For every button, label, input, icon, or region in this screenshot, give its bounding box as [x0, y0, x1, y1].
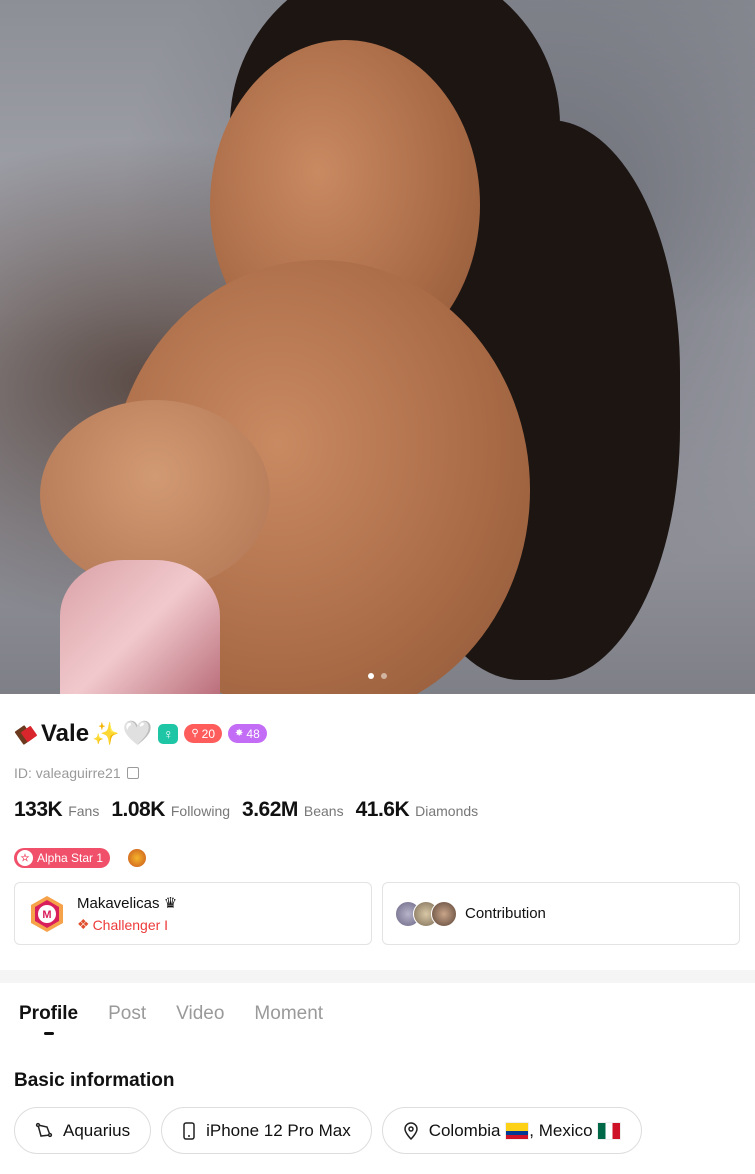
copy-icon[interactable] — [126, 767, 139, 779]
beans-count: 3.62M — [242, 798, 298, 821]
wealth-level-badge: ⚲ 20 — [184, 724, 223, 743]
user-id-row: ID: valeaguirre21 — [14, 765, 139, 781]
search-icon: ⚲ — [191, 728, 199, 739]
tab-video[interactable]: Video — [176, 1003, 224, 1025]
location-chip: Colombia , Mexico — [381, 1107, 643, 1154]
svg-text:M: M — [42, 909, 51, 921]
family-rank: ❖ Challenger I — [77, 916, 169, 933]
fans-count[interactable]: 133K — [14, 798, 63, 822]
user-id: ID: valeaguirre21 — [14, 765, 121, 781]
alpha-star-badge[interactable]: ☆ Alpha Star 1 — [14, 848, 111, 868]
chocolate-bar-icon — [14, 724, 37, 745]
following-count[interactable]: 1.08K — [111, 798, 165, 822]
tab-post[interactable]: Post — [108, 1003, 146, 1025]
family-name: Makavelicas ♛ — [77, 895, 178, 912]
medal-icon[interactable] — [128, 849, 147, 867]
phone-icon — [183, 1121, 195, 1140]
profile-photo[interactable] — [0, 0, 755, 694]
mexico-flag-icon — [597, 1122, 622, 1141]
profile-name-row: Vale ✨ 🤍 ♀ ⚲ 20 ✸ 48 — [14, 719, 267, 748]
crown-icon: ♛ — [163, 895, 178, 912]
colombia-flag-icon — [505, 1122, 530, 1141]
tab-moment[interactable]: Moment — [254, 1003, 323, 1025]
family-card[interactable]: M Makavelicas ♛ ❖ Challenger I — [14, 882, 372, 945]
location-country-2: Mexico — [538, 1120, 593, 1140]
contribution-card[interactable]: Contribution — [382, 882, 740, 945]
following-label[interactable]: Following — [171, 803, 230, 819]
tab-profile[interactable]: Profile — [19, 1003, 78, 1025]
alpha-star-icon: ☆ — [17, 850, 33, 866]
section-divider — [0, 970, 755, 983]
stats-row: 133K Fans 1.08K Following 3.62M Beans 41… — [14, 798, 484, 822]
fans-label[interactable]: Fans — [68, 803, 99, 819]
location-country-1: Colombia — [428, 1120, 501, 1140]
diamonds-label: Diamonds — [415, 803, 479, 819]
active-tab-indicator — [44, 1032, 54, 1035]
contributor-avatars — [395, 900, 457, 927]
diamonds-count: 41.6K — [355, 798, 410, 821]
white-heart-icon: 🤍 — [122, 720, 153, 747]
basic-info-chips: Aquarius iPhone 12 Pro Max Colombia , Me… — [14, 1107, 643, 1154]
zodiac-chip: Aquarius — [14, 1107, 152, 1154]
basic-info-title: Basic information — [14, 1070, 175, 1091]
photo-page-indicator — [0, 673, 755, 679]
device-chip: iPhone 12 Pro Max — [161, 1107, 372, 1154]
location-pin-icon — [403, 1121, 418, 1140]
female-badge-icon: ♀ — [158, 723, 179, 744]
family-logo-icon: M — [31, 895, 63, 932]
contribution-label: Contribution — [465, 905, 546, 922]
sparkles-icon: ✨ — [92, 720, 120, 746]
avatar — [431, 900, 457, 927]
page-dot-active — [368, 673, 374, 679]
profile-name: Vale ✨ 🤍 — [14, 719, 152, 748]
zodiac-icon — [35, 1122, 53, 1137]
charm-level-badge: ✸ 48 — [228, 724, 267, 743]
medals-row: ☆ Alpha Star 1 — [14, 848, 147, 868]
rank-emblem-icon: ❖ — [77, 916, 90, 932]
star-icon: ✸ — [235, 728, 244, 739]
beans-label: Beans — [303, 803, 344, 819]
page-dot — [381, 673, 387, 679]
profile-tabs: Profile Post Video Moment — [19, 1003, 323, 1025]
